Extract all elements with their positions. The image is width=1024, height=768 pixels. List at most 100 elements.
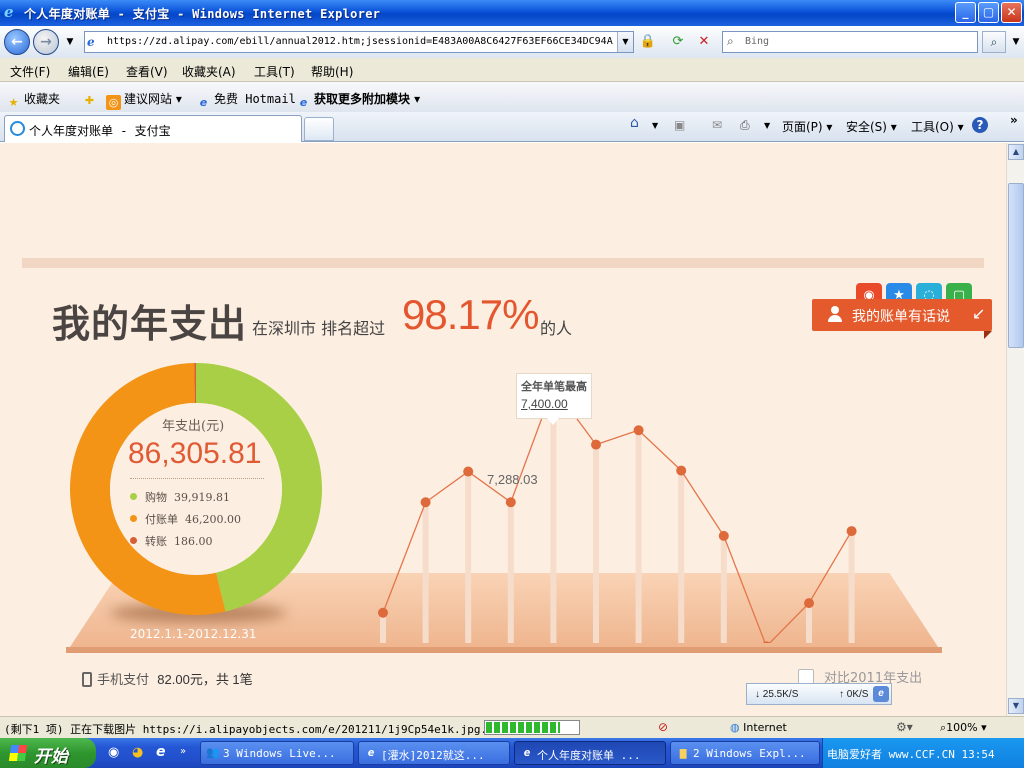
forward-button[interactable]: → [33,29,59,55]
menu-view[interactable]: 查看(V) [126,63,168,80]
series-line [382,385,853,643]
browser-window: e 个人年度对账单 - 支付宝 - Windows Internet Explo… [0,0,1024,768]
safety-menu[interactable]: 安全(S) ▾ [846,118,897,135]
quicklaunch-chrome-icon[interactable]: ◕ [132,745,143,760]
home-icon[interactable]: ⌂ [630,115,639,131]
data-point[interactable] [804,598,814,609]
blocked-icon[interactable]: ⊘ [658,720,668,734]
page-icon: e [87,35,95,49]
menu-favorites[interactable]: 收藏夹(A) [182,63,236,80]
suggested-sites-icon: ◎ [106,95,121,110]
quicklaunch-expand-icon[interactable]: » [180,746,186,757]
url-text[interactable]: https://zd.alipay.com/ebill/annual2012.h… [107,36,613,47]
dotted-divider [130,478,264,479]
stop-icon[interactable]: ✕ [694,32,714,52]
search-input[interactable]: ⌕ Bing [722,31,978,53]
vertical-scrollbar[interactable]: ▲ ▼ [1006,143,1024,716]
star-icon: ★ [8,96,19,109]
tray-text: 电脑爱好者 www.CCF.CN 13:54 [827,748,995,761]
address-toolbar: ← → ▼ e https://zd.alipay.com/ebill/annu… [0,26,1024,58]
new-tab-button[interactable] [304,117,334,141]
menu-help[interactable]: 帮助(H) [311,63,353,80]
favorites-bar: ★ 收藏夹 ✚ ◎ 建议网站 ▾ e 免费 Hotmail e 获取更多附加模块 ▾ [0,82,1024,112]
print-dropdown-icon[interactable]: ▼ [764,121,770,130]
fav-item-hotmail[interactable]: e 免费 Hotmail [196,90,296,110]
month-stem [678,470,685,643]
page-content: 我的年支出 在深圳市 排名超过 98.17% 的人 ◉ ★ ◌ ▢ 我的账单有话… [0,143,1006,716]
fav-item-addons[interactable]: e 获取更多附加模块 ▾ [296,90,420,110]
data-point[interactable] [591,439,601,450]
start-button[interactable]: 开始 [0,738,96,768]
data-point[interactable] [676,465,687,476]
menu-edit[interactable]: 编辑(E) [68,63,109,80]
close-button[interactable]: ✕ [1001,2,1022,23]
date-range: 2012.1.1-2012.12.31 [130,627,257,641]
divider [22,258,984,268]
recent-pages-dropdown-icon[interactable]: ▼ [60,32,80,52]
total-expense: 86,305.81 [128,437,262,470]
data-point[interactable] [420,497,431,508]
quicklaunch-browser-icon[interactable]: ◉ [108,745,119,760]
share-button[interactable]: 我的账单有话说 ↙ [812,299,992,339]
favorites-button[interactable]: ★ 收藏夹 [6,90,60,110]
scroll-up-icon[interactable]: ▲ [1008,144,1024,160]
lock-icon[interactable]: 🔒 [638,32,658,52]
legend-dot [130,493,137,500]
search-options-icon[interactable]: ▼ [1006,32,1024,52]
protected-mode-icon[interactable]: ⚙▾ [896,720,913,734]
title-bar[interactable]: e 个人年度对账单 - 支付宝 - Windows Internet Explo… [0,0,1024,26]
scroll-down-icon[interactable]: ▼ [1008,698,1024,714]
task-alipay[interactable]: e 个人年度对账单 ... [514,741,666,765]
data-point[interactable] [846,526,857,537]
tab-title: 个人年度对账单 - 支付宝 [29,124,171,138]
page-menu[interactable]: 页面(P) ▾ [782,118,832,135]
arrow-icon: ↙ [972,304,986,323]
system-tray[interactable]: 电脑爱好者 www.CCF.CN 13:54 [822,738,1024,768]
month-stem [635,430,642,643]
window-title: 个人年度对账单 - 支付宝 - Windows Internet Explore… [24,7,381,21]
network-monitor[interactable]: ↓ 25.5K/S ↑ 0K/S e [746,683,892,705]
status-message: (剩下1 项) 正在下载图片 https://i.alipayobjects.c… [4,723,501,736]
print-icon[interactable]: ⎙ [740,118,750,133]
quicklaunch-ie-icon[interactable]: e [156,744,166,760]
tooltip-value[interactable]: 7,400.00 [521,397,568,411]
tools-menu[interactable]: 工具(O) ▾ [911,118,964,135]
data-point[interactable] [633,425,644,436]
progress-fill [486,722,560,733]
feeds-icon[interactable]: ▣ [674,118,685,132]
add-favorite-icon[interactable]: ✚ [82,90,100,108]
address-bar[interactable]: e https://zd.alipay.com/ebill/annual2012… [84,31,634,53]
search-button[interactable]: ⌕ [982,31,1006,53]
page-title: 我的年支出 [52,302,248,346]
chart-platform-edge [66,647,942,653]
minimize-button[interactable]: _ [955,2,976,23]
more-commands-icon[interactable]: » [1010,113,1018,127]
tab-active[interactable]: 个人年度对账单 - 支付宝 [4,115,302,142]
month-stem [806,603,812,643]
fav-item-suggested-sites[interactable]: ◎ 建议网站 ▾ [106,90,182,110]
refresh-icon[interactable]: ⟳ [668,32,688,52]
menu-tools[interactable]: 工具(T) [254,63,295,80]
favorites-label: 收藏夹 [24,92,61,106]
load-progress [484,720,580,735]
task-forum[interactable]: e [灌水]2012就这... [358,741,510,765]
data-point[interactable] [463,466,474,477]
task-windows-live[interactable]: 👥 3 Windows Live... [200,741,354,765]
task-explorer[interactable]: ▆ 2 Windows Expl... [670,741,820,765]
month-stem [720,535,727,643]
data-point[interactable] [378,607,388,618]
zoom-level[interactable]: ⌕100% ▾ [940,721,987,735]
messenger-icon: 👥 [206,746,220,759]
home-dropdown-icon[interactable]: ▼ [652,121,658,130]
address-dropdown-icon[interactable]: ▼ [617,32,633,52]
folder-icon: ▆ [679,746,687,759]
maximize-button[interactable]: ▢ [978,2,999,23]
help-icon[interactable]: ? [972,117,988,133]
back-button[interactable]: ← [4,29,30,55]
scroll-thumb[interactable] [1008,183,1024,348]
mail-icon[interactable]: ✉ [712,118,722,132]
menu-file[interactable]: 文件(F) [10,63,50,80]
data-point[interactable] [718,530,729,541]
phone-icon [82,672,92,687]
data-point[interactable] [505,497,516,508]
